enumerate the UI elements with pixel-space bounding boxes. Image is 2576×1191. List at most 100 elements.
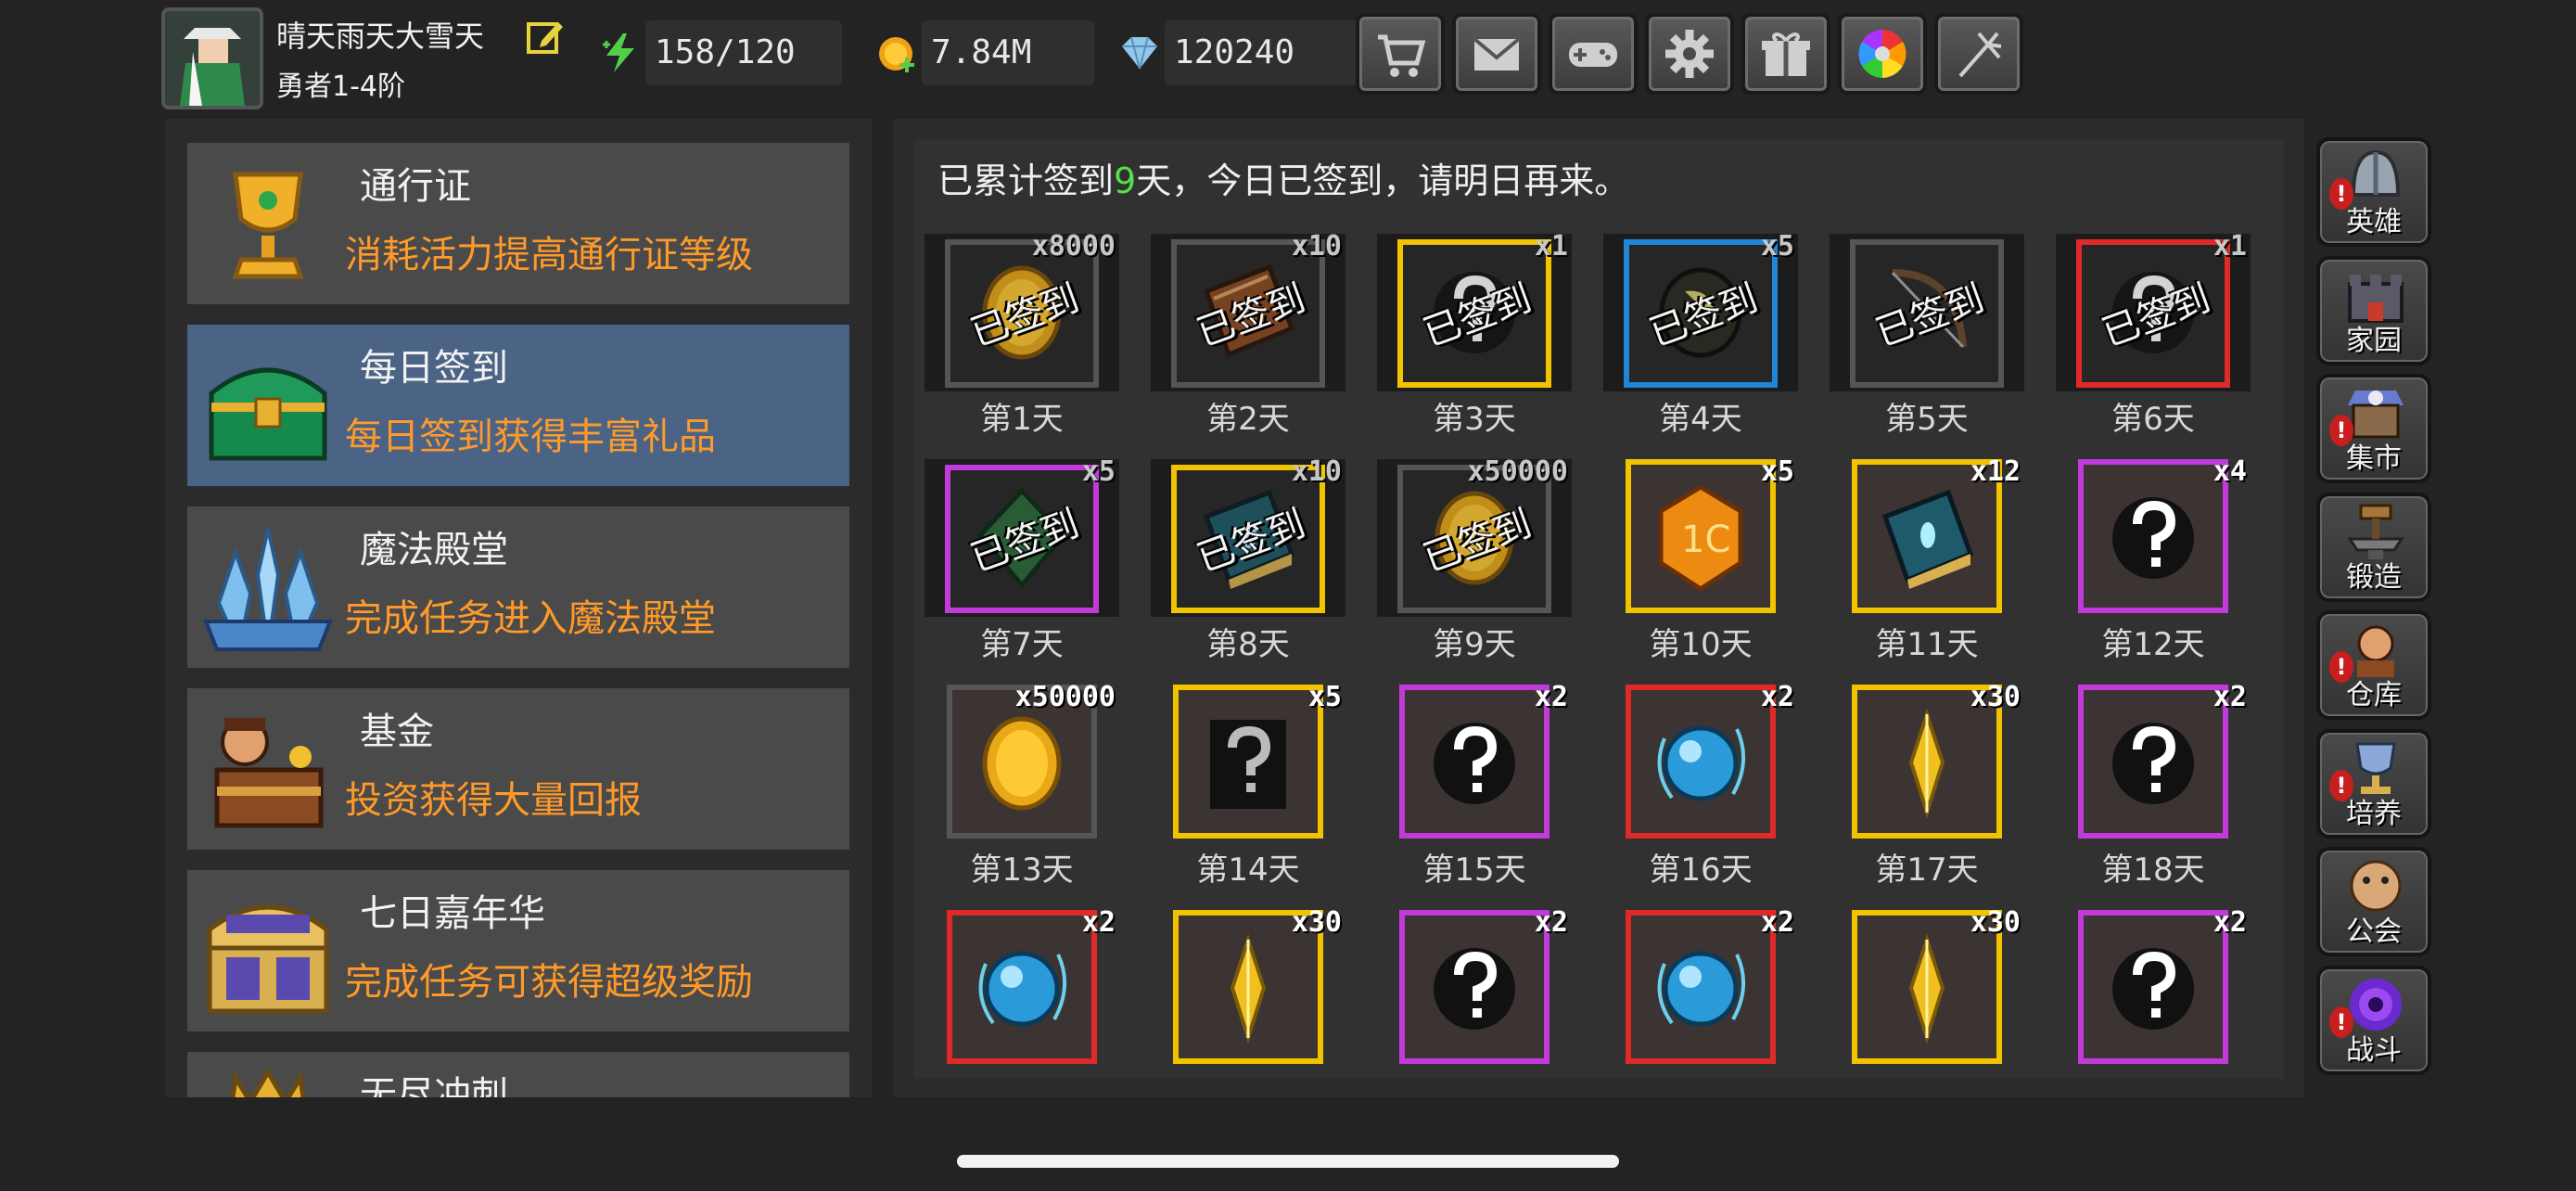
reward-quantity: x30 xyxy=(1970,906,2021,939)
menu-item-endless-sprint[interactable]: 无尽冲刺 xyxy=(187,1052,849,1097)
reward-slot[interactable]: x5 已签到 xyxy=(925,455,1119,617)
settings-button[interactable] xyxy=(1645,13,1734,95)
day-label: 第21天 xyxy=(1377,1069,1572,1079)
gold-crystal-icon xyxy=(1908,708,1945,819)
reward-slot[interactable]: x50000 已签到 xyxy=(1377,455,1572,617)
menu-item-seven-day-carnival[interactable]: 七日嘉年华 完成任务可获得超级奖励 xyxy=(187,870,849,1031)
nav-button-6[interactable]: ! 培养 xyxy=(2316,729,2431,839)
reward-slot[interactable]: x2 xyxy=(2056,906,2251,1068)
signin-day-cell[interactable]: x30 第23天 xyxy=(1830,906,2024,1079)
menu-item-fund[interactable]: 基金 投资获得大量回报 xyxy=(187,688,849,850)
reward-slot[interactable]: x30 xyxy=(1830,906,2024,1068)
reward-slot[interactable]: x1 已签到 xyxy=(2056,230,2251,391)
signin-day-cell[interactable]: x50000 已签到 第9天 xyxy=(1377,455,1572,663)
reward-quantity: x4 xyxy=(2213,455,2247,488)
reward-slot[interactable]: x2 xyxy=(1377,906,1572,1068)
day-label: 第11天 xyxy=(1875,626,1979,663)
day-label: 第22天 xyxy=(1603,1069,1798,1079)
reward-quantity: x2 xyxy=(1081,906,1116,939)
signin-day-cell[interactable]: x50000 第13天 xyxy=(925,681,1119,889)
nav-label: 集市 xyxy=(2346,442,2402,475)
reward-quantity: x30 xyxy=(1291,906,1342,939)
nav-button-5[interactable]: ! 仓库 xyxy=(2316,610,2431,720)
signin-day-cell[interactable]: x30 第17天 xyxy=(1830,681,2024,889)
reward-slot[interactable]: x30 xyxy=(1151,906,1345,1068)
signin-day-cell[interactable]: x1 已签到第6天 xyxy=(2056,230,2251,438)
reward-slot[interactable]: x10 已签到 xyxy=(1151,455,1345,617)
reward-slot[interactable]: x5 已签到 xyxy=(1603,230,1798,391)
signin-day-cell[interactable]: x5 已签到第4天 xyxy=(1603,230,1798,438)
signin-day-cell[interactable]: x10 已签到 第2天 xyxy=(1151,230,1345,438)
reward-slot[interactable]: x4 xyxy=(2056,455,2251,617)
player-avatar[interactable] xyxy=(161,7,263,109)
signin-day-cell[interactable]: x30 第20天 xyxy=(1151,906,1345,1079)
gamepad-button[interactable] xyxy=(1549,13,1638,95)
reward-slot[interactable]: x2 xyxy=(1603,906,1798,1068)
player-rank: 勇者1-4阶 xyxy=(276,70,405,103)
purple-gold-chest-icon xyxy=(207,904,329,1014)
day-label: 第6天 xyxy=(2111,401,2195,438)
edit-name-button[interactable] xyxy=(525,17,566,58)
nav-button-2[interactable]: 家园 xyxy=(2316,256,2431,365)
signin-day-cell[interactable]: x2 第19天 xyxy=(925,906,1119,1079)
nav-label: 锻造 xyxy=(2346,561,2402,594)
signin-day-cell[interactable]: x4 第12天 xyxy=(2056,455,2251,663)
signin-day-cell[interactable]: x2 第24天 xyxy=(2056,906,2251,1079)
day-label: 第4天 xyxy=(1659,401,1742,438)
reward-slot[interactable]: x8000 已签到 xyxy=(925,230,1119,391)
svg-text:1C: 1C xyxy=(1681,519,1730,561)
color-wheel-button[interactable] xyxy=(1838,13,1927,95)
shop-button[interactable] xyxy=(1356,13,1445,95)
menu-item-pass[interactable]: 通行证 消耗活力提高通行证等级 xyxy=(187,143,849,304)
reward-slot[interactable]: x10 已签到 xyxy=(1151,230,1345,391)
reward-slot[interactable]: x2 xyxy=(1377,681,1572,842)
day-label: 第8天 xyxy=(1206,626,1290,663)
signin-day-cell[interactable]: 已签到 第5天 xyxy=(1830,234,2024,438)
signin-day-cell[interactable]: x2 第16天 xyxy=(1603,681,1798,889)
signin-day-cell[interactable]: x10 已签到第8天 xyxy=(1151,455,1345,663)
reward-slot[interactable]: 1C x5 xyxy=(1603,455,1798,617)
day-label: 第1天 xyxy=(980,401,1064,438)
reward-slot[interactable]: x2 xyxy=(2056,681,2251,842)
nav-label: 培养 xyxy=(2346,798,2402,830)
signin-day-cell[interactable]: x12 第11天 xyxy=(1830,455,2024,663)
reward-slot[interactable]: x30 xyxy=(1830,681,2024,842)
menu-item-magic-hall[interactable]: 魔法殿堂 完成任务进入魔法殿堂 xyxy=(187,506,849,668)
reward-slot[interactable]: x2 xyxy=(925,906,1119,1068)
signin-day-cell[interactable]: x2 第18天 xyxy=(2056,681,2251,889)
signin-day-cell[interactable]: x2 第22天 xyxy=(1603,906,1798,1079)
signin-day-cell[interactable]: 1C x5 第10天 xyxy=(1603,455,1798,663)
menu-item-daily-signin[interactable]: 每日签到 每日签到获得丰富礼品 xyxy=(187,325,849,486)
day-label: 第17天 xyxy=(1875,852,1979,889)
signin-day-cell[interactable]: x2 第15天 xyxy=(1377,681,1572,889)
menu-title: 七日嘉年华 xyxy=(360,892,545,935)
signin-day-cell[interactable]: x8000 已签到第1天 xyxy=(925,230,1119,438)
mail-button[interactable] xyxy=(1452,13,1541,95)
signin-day-cell[interactable]: x2 第21天 xyxy=(1377,906,1572,1079)
signin-day-cell[interactable]: x5 已签到 第7天 xyxy=(925,455,1119,663)
reward-slot[interactable]: x2 xyxy=(1603,681,1798,842)
reward-slot[interactable]: x12 xyxy=(1830,455,2024,617)
nav-button-8[interactable]: ! 战斗 xyxy=(2316,966,2431,1075)
fireworks-button[interactable] xyxy=(1934,13,2023,95)
blue-orb-icon xyxy=(978,951,1067,1027)
gold-value: 7.84M xyxy=(922,20,1094,85)
home-indicator[interactable] xyxy=(957,1155,1619,1168)
mystery-icon xyxy=(2112,723,2194,804)
reward-slot[interactable]: 已签到 xyxy=(1830,234,2024,391)
mystery-icon xyxy=(1434,948,1515,1030)
nav-button-3[interactable]: ! 集市 xyxy=(2316,374,2431,483)
shop-cart-icon xyxy=(1378,34,1426,77)
reward-slot[interactable]: x1 已签到 xyxy=(1377,230,1572,391)
nav-button-4[interactable]: 锻造 xyxy=(2316,493,2431,602)
nav-button-1[interactable]: ! 英雄 xyxy=(2316,137,2431,247)
reward-slot[interactable]: x50000 xyxy=(925,681,1119,842)
nav-label: 家园 xyxy=(2346,325,2402,357)
nav-button-7[interactable]: 公会 xyxy=(2316,847,2431,956)
signin-day-cell[interactable]: x1 已签到 第3天 xyxy=(1377,230,1572,438)
gift-button[interactable] xyxy=(1741,13,1830,95)
signin-day-cell[interactable]: x5 第14天 xyxy=(1151,681,1345,889)
reward-slot[interactable]: x5 xyxy=(1151,681,1345,842)
menu-title: 基金 xyxy=(360,711,434,753)
reward-quantity: x5 xyxy=(1081,455,1116,488)
